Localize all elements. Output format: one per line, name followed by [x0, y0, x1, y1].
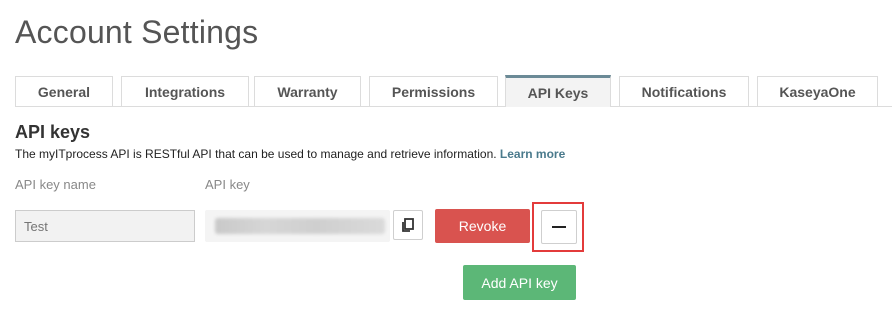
page-title: Account Settings	[15, 14, 259, 50]
minus-icon	[552, 226, 566, 228]
copy-icon	[402, 218, 414, 232]
api-key-name-label: API key name	[15, 177, 96, 192]
tab-kaseyaone[interactable]: KaseyaOne	[757, 76, 878, 106]
api-key-label: API key	[205, 177, 250, 192]
tab-permissions[interactable]: Permissions	[369, 76, 498, 106]
section-title: API keys	[15, 122, 91, 142]
description-text: The myITprocess API is RESTful API that …	[15, 147, 497, 161]
tab-integrations[interactable]: Integrations	[121, 76, 249, 106]
api-key-value-field	[205, 210, 390, 242]
api-key-redacted-value	[215, 218, 385, 234]
revoke-button[interactable]: Revoke	[435, 209, 530, 243]
tabs-divider	[15, 106, 892, 107]
settings-tabs: General Integrations Warranty Permission…	[15, 75, 892, 107]
tab-general[interactable]: General	[15, 76, 113, 106]
tab-warranty[interactable]: Warranty	[254, 76, 361, 106]
section-description: The myITprocess API is RESTful API that …	[15, 147, 565, 161]
learn-more-link[interactable]: Learn more	[500, 147, 565, 161]
api-key-name-input[interactable]	[15, 210, 195, 242]
tab-api-keys[interactable]: API Keys	[505, 75, 611, 107]
remove-row-button[interactable]	[541, 210, 577, 244]
tab-notifications[interactable]: Notifications	[619, 76, 749, 106]
copy-key-button[interactable]	[393, 210, 423, 240]
add-api-key-button[interactable]: Add API key	[463, 265, 576, 300]
